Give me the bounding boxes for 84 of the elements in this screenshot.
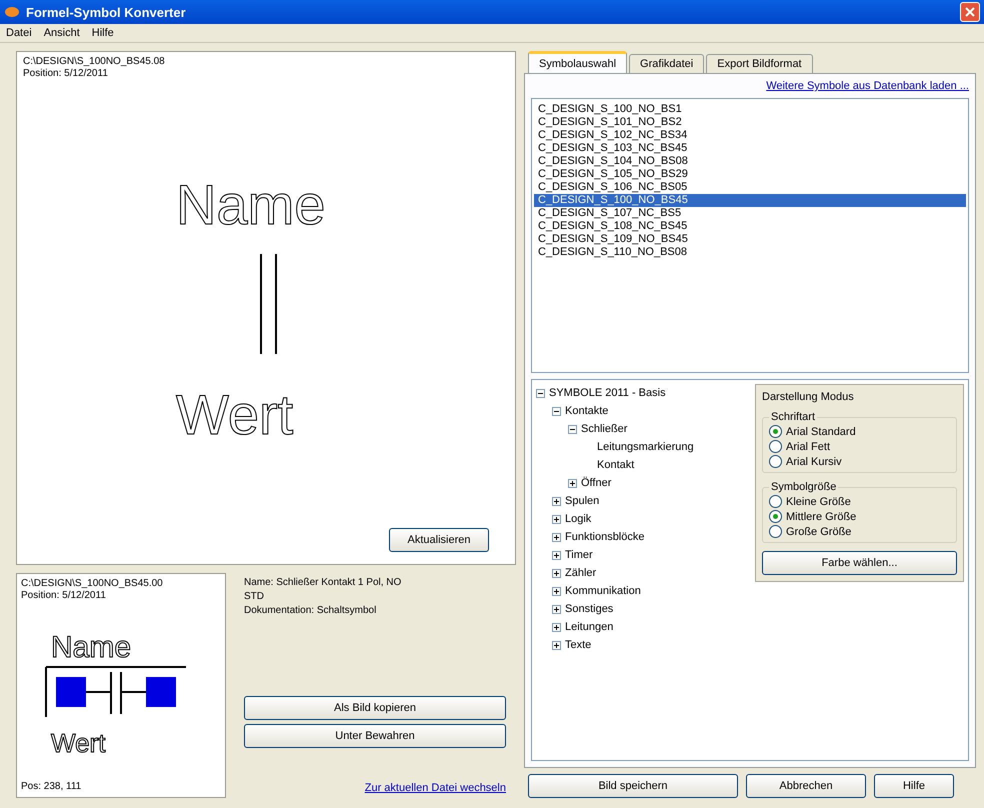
tree-item[interactable]: Timer (565, 549, 593, 561)
list-item[interactable]: C_DESIGN_S_103_NC_BS45 (534, 142, 966, 155)
plus-icon[interactable] (552, 568, 561, 578)
menu-item[interactable]: Ansicht (44, 27, 80, 39)
tree-item[interactable]: Spulen (565, 495, 600, 507)
plus-icon[interactable] (552, 550, 561, 560)
tree-item[interactable]: Kontakt (597, 459, 634, 471)
position-text: Position: 5/12/2011 (23, 68, 109, 80)
tab[interactable]: Symbolauswahl (528, 51, 628, 73)
plus-icon[interactable] (552, 532, 561, 542)
tree-item[interactable]: Kontakte (565, 405, 608, 417)
menu-item[interactable]: Datei (6, 27, 32, 39)
list-item[interactable]: C_DESIGN_S_109_NO_BS45 (534, 233, 966, 246)
contact-symbol-drawing: Name Wert (136, 154, 396, 454)
plus-icon[interactable] (552, 586, 561, 596)
action-button[interactable]: Als Bild kopieren (244, 696, 506, 720)
list-item[interactable]: C_DESIGN_S_101_NO_BS2 (534, 116, 966, 129)
radio-option[interactable]: Arial Standard (769, 425, 950, 438)
minus-icon[interactable] (536, 388, 545, 398)
plus-icon[interactable] (568, 478, 577, 488)
tree-item[interactable]: Schließer (581, 423, 628, 435)
group-label: Symbolgröße (770, 481, 838, 493)
position-text: Position: 5/12/2011 (21, 590, 107, 602)
radio-option[interactable]: Arial Kursiv (769, 455, 950, 468)
radio-option[interactable]: Kleine Größe (769, 495, 950, 508)
app-icon (4, 6, 20, 18)
info-text: Name: Schließer Kontakt 1 Pol, NO (244, 577, 402, 589)
radio-icon[interactable] (769, 455, 782, 468)
radio-icon[interactable] (769, 425, 782, 438)
tab[interactable]: Grafikdatei (629, 54, 704, 73)
menu-item[interactable]: Hilfe (92, 27, 114, 39)
group-label: Schriftart (770, 411, 816, 423)
file-path: C:\DESIGN\S_100NO_BS45.00 (21, 578, 164, 590)
list-item[interactable]: C_DESIGN_S_107_NC_BS5 (534, 207, 966, 220)
tree-item[interactable]: SYMBOLE 2011 - Basis (549, 387, 666, 399)
list-item[interactable]: C_DESIGN_S_102_NC_BS34 (534, 129, 966, 142)
minus-icon[interactable] (568, 424, 577, 434)
color-button[interactable]: Farbe wählen... (762, 551, 957, 575)
footer-button[interactable]: Hilfe (874, 774, 954, 798)
tree-item[interactable]: Funktionsblöcke (565, 531, 644, 543)
list-item[interactable]: C_DESIGN_S_100_NO_BS45 (534, 194, 966, 207)
radio-icon[interactable] (769, 495, 782, 508)
radio-icon[interactable] (769, 525, 782, 538)
plus-icon[interactable] (552, 604, 561, 614)
load-symbols-link[interactable]: Weitere Symbole aus Datenbank laden ... (766, 80, 969, 92)
options-title: Darstellung Modus (762, 391, 855, 403)
list-item[interactable]: C_DESIGN_S_108_NC_BS45 (534, 220, 966, 233)
tree-item[interactable]: Öffner (581, 477, 612, 489)
coordinates-text: Pos: 238, 111 (21, 781, 82, 793)
info-text: Dokumentation: Schaltsymbol (244, 605, 378, 617)
list-item[interactable]: C_DESIGN_S_105_NO_BS29 (534, 168, 966, 181)
tree-item[interactable]: Logik (565, 513, 592, 525)
footer-button[interactable]: Bild speichern (528, 774, 738, 798)
tree-item[interactable]: Kommunikation (565, 585, 641, 597)
close-button[interactable] (960, 2, 980, 22)
plus-icon[interactable] (552, 622, 561, 632)
plus-icon[interactable] (552, 640, 561, 650)
minus-icon[interactable] (552, 406, 561, 416)
tree-item[interactable]: Leitungsmarkierung (597, 441, 694, 453)
refresh-button[interactable]: Aktualisieren (389, 528, 489, 552)
tree-item[interactable]: Zähler (565, 567, 596, 579)
window-title: Formel-Symbol Konverter (26, 4, 186, 20)
plus-icon[interactable] (552, 496, 561, 506)
radio-icon[interactable] (769, 510, 782, 523)
action-button[interactable]: Unter Bewahren (244, 724, 506, 748)
file-path: C:\DESIGN\S_100NO_BS45.08 (23, 56, 166, 68)
list-item[interactable]: C_DESIGN_S_100_NO_BS1 (534, 103, 966, 116)
tree-item[interactable]: Sonstiges (565, 603, 614, 615)
switch-file-link[interactable]: Zur aktuellen Datei wechseln (364, 782, 506, 794)
plus-icon[interactable] (552, 514, 561, 524)
list-item[interactable]: C_DESIGN_S_104_NO_BS08 (534, 155, 966, 168)
radio-option[interactable]: Mittlere Größe (769, 510, 950, 523)
tree-item[interactable]: Texte (565, 639, 592, 651)
radio-option[interactable]: Arial Fett (769, 440, 950, 453)
tree-item[interactable]: Leitungen (565, 621, 614, 633)
contact-symbol-drawing: Name Wert (41, 622, 191, 762)
list-item[interactable]: C_DESIGN_S_106_NC_BS05 (534, 181, 966, 194)
radio-icon[interactable] (769, 440, 782, 453)
radio-option[interactable]: Große Größe (769, 525, 950, 538)
info-text: STD (244, 591, 265, 603)
close-icon (965, 7, 975, 17)
tab[interactable]: Export Bildformat (706, 54, 813, 73)
list-item[interactable]: C_DESIGN_S_110_NO_BS08 (534, 246, 966, 259)
footer-button[interactable]: Abbrechen (746, 774, 866, 798)
